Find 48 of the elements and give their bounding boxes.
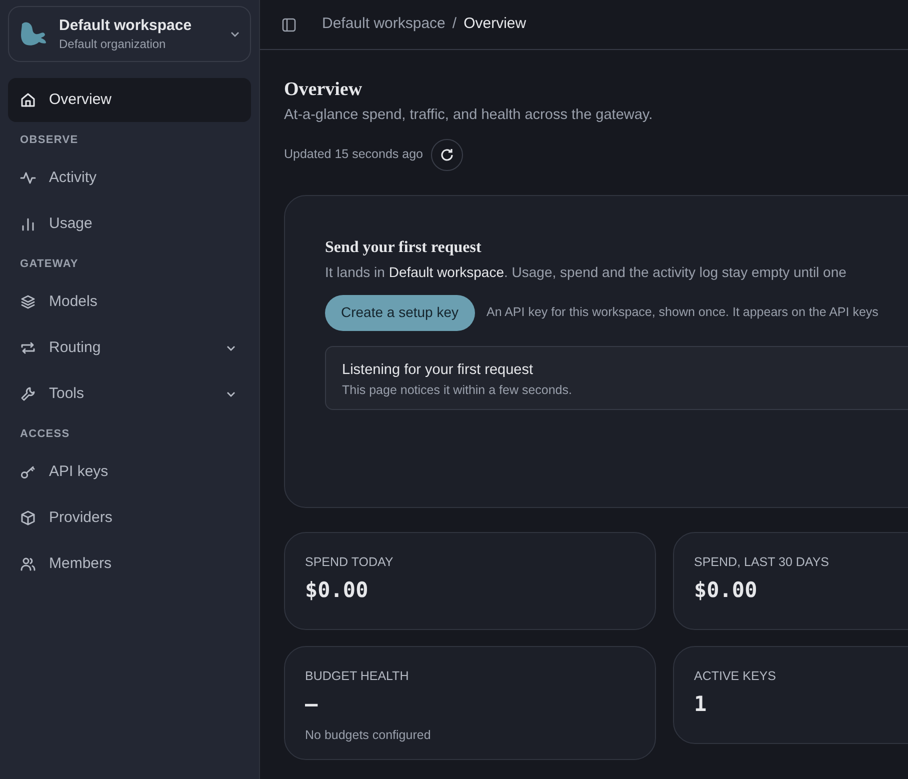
stat-label: SPEND TODAY	[305, 554, 394, 570]
stat-value: $0.00	[305, 576, 370, 604]
workspace-switcher[interactable]: Default workspace Default organization	[8, 6, 251, 62]
stat-note: No budgets configured	[305, 726, 432, 744]
page-title: Overview	[284, 78, 364, 102]
organization-name: Default organization	[59, 36, 167, 52]
nav-item[interactable]: Members	[8, 542, 251, 586]
updated-time: Updated 15 seconds ago	[284, 146, 423, 164]
home-icon	[20, 92, 36, 108]
listening-text: This page notices it within a few seconds.	[342, 382, 573, 399]
section-heading: OBSERVE	[19, 132, 80, 148]
activity-icon	[20, 170, 36, 186]
hint-text: An API key for this workspace, shown once. It appears on the API keys	[486, 304, 878, 322]
stat-value: —	[305, 690, 319, 718]
nav-item[interactable]: Overview	[8, 78, 251, 122]
card-description: It lands in Default workspace. Usage, spend and the activity log stay empty until one	[325, 262, 848, 282]
workspace-name: Default workspace	[59, 16, 193, 36]
stat-value: $0.00	[694, 576, 758, 604]
key-icon	[20, 464, 36, 480]
stat-label: ACTIVE KEYS	[694, 668, 777, 684]
section-heading: ACCESS	[19, 426, 71, 442]
nav-item[interactable]: Activity	[8, 156, 251, 200]
breadcrumb-current: Overview	[464, 14, 526, 34]
section-heading: GATEWAY	[19, 256, 80, 272]
bar-chart-icon	[20, 216, 36, 232]
stat-label: SPEND, LAST 30 DAYS	[694, 554, 830, 570]
sidebar-toggle-icon[interactable]	[282, 18, 296, 32]
users-icon	[20, 556, 36, 572]
refresh-button[interactable]	[431, 138, 463, 171]
listening-title: Listening for your first request	[342, 360, 534, 380]
refresh-icon	[440, 148, 454, 162]
nav-item[interactable]: Routing	[8, 326, 251, 370]
card-title: Send your first request	[325, 238, 482, 258]
stat-label: BUDGET HEALTH	[305, 668, 410, 684]
breadcrumb-separator: /	[452, 14, 457, 34]
cube-icon	[20, 510, 36, 526]
page-subtitle: At-a-glance spend, traffic, and health across the gateway.	[284, 106, 654, 125]
nav-item[interactable]: Models	[8, 280, 251, 324]
nav-item[interactable]: API keys	[8, 450, 251, 494]
create-setup-key-button[interactable]: Create a setup key	[325, 294, 475, 331]
wrench-icon	[20, 386, 36, 402]
breadcrumb-link[interactable]: Default workspace	[322, 13, 446, 36]
stat-value: 1	[694, 690, 708, 718]
nav-item[interactable]: Providers	[8, 496, 251, 540]
repeat-arrows-icon	[20, 340, 36, 356]
nav-item[interactable]: Usage	[8, 202, 251, 246]
nav-item[interactable]: Tools	[8, 372, 251, 416]
layers-icon	[20, 294, 36, 310]
